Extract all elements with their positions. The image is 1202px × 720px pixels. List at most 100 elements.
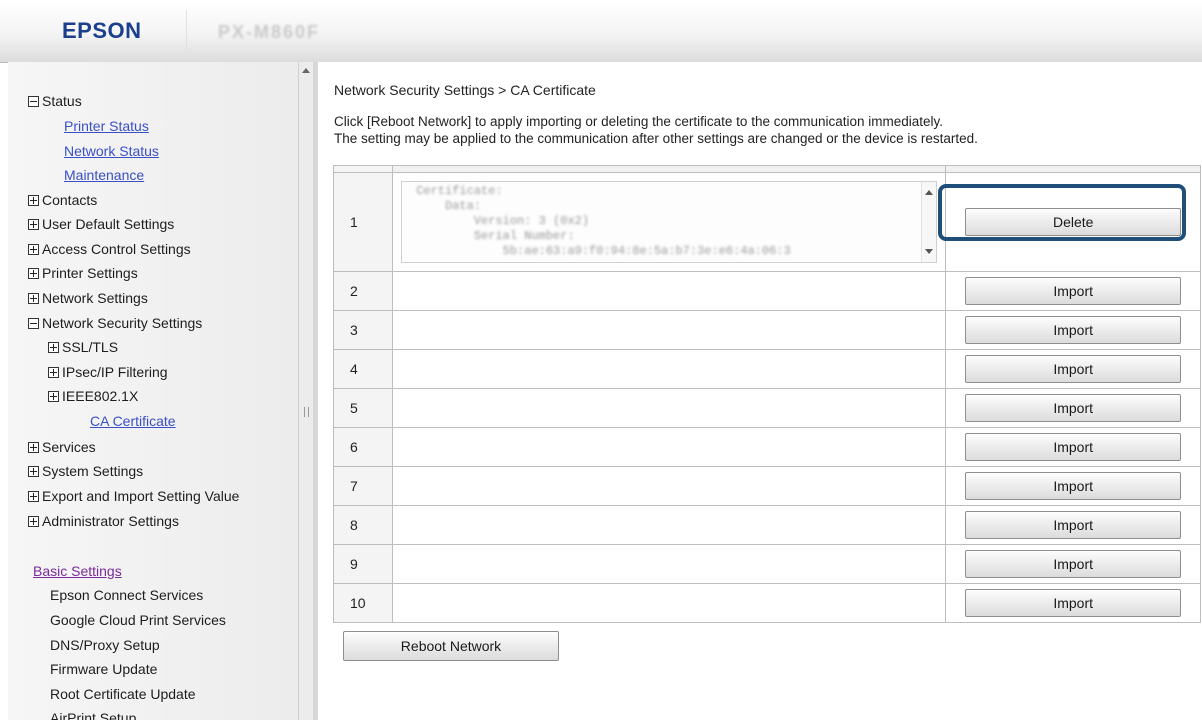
sidebar-item-ca-certificate[interactable]: CA Certificate <box>90 410 176 432</box>
row-number: 9 <box>332 544 394 584</box>
main-content: Network Security Settings > CA Certifica… <box>318 62 1202 720</box>
description-line-1: Click [Reboot Network] to apply importin… <box>334 114 944 129</box>
sidebar-item-ipsec-ip-filtering[interactable]: IPsec/IP Filtering <box>48 361 168 383</box>
table-row: 1 Certificate: Data: Version: 3 (0x2) Se… <box>332 172 1201 272</box>
basic-item-label[interactable]: DNS/Proxy Setup <box>50 637 160 653</box>
sidebar-item-network-security-settings[interactable]: Network Security Settings <box>28 312 202 334</box>
action-cell: Delete <box>945 172 1201 272</box>
sidebar-item-printer-status[interactable]: Printer Status <box>64 115 149 137</box>
basic-item-root-certificate-update[interactable]: Root Certificate Update <box>50 683 196 705</box>
expand-icon[interactable] <box>28 515 39 527</box>
expand-icon[interactable] <box>28 218 39 230</box>
sidebar-item-contacts[interactable]: Contacts <box>28 189 97 211</box>
reboot-network-button[interactable]: Reboot Network <box>343 631 559 661</box>
sidebar-item-ieee8021x[interactable]: IEEE802.1X <box>48 385 138 407</box>
basic-settings-heading[interactable]: Basic Settings <box>33 560 122 582</box>
certificate-textarea[interactable]: Certificate: Data: Version: 3 (0x2) Seri… <box>401 181 938 263</box>
sidebar-item-label: SSL/TLS <box>62 339 119 355</box>
sidebar-item-network-settings[interactable]: Network Settings <box>28 287 148 309</box>
import-button[interactable]: Import <box>965 433 1182 461</box>
sidebar-item-label: Network Settings <box>42 290 148 306</box>
sidebar-item-access-control-settings[interactable]: Access Control Settings <box>28 238 191 260</box>
expand-icon[interactable] <box>28 267 39 279</box>
sidebar-scrollbar[interactable] <box>298 62 314 720</box>
collapse-icon[interactable] <box>28 95 39 107</box>
action-cell: Import <box>945 310 1201 350</box>
import-button[interactable]: Import <box>965 472 1182 500</box>
import-button[interactable]: Import <box>965 355 1182 383</box>
basic-item-firmware-update[interactable]: Firmware Update <box>50 658 157 680</box>
sidebar-item-status[interactable]: Status <box>28 90 82 112</box>
delete-button[interactable]: Delete <box>965 208 1182 236</box>
expand-icon[interactable] <box>48 366 59 378</box>
sidebar-item-label: System Settings <box>42 463 144 479</box>
sidebar-item-system-settings[interactable]: System Settings <box>28 460 143 482</box>
sidebar-link-label[interactable]: Maintenance <box>64 167 144 183</box>
scroll-grip-icon[interactable] <box>304 407 309 417</box>
expand-icon[interactable] <box>28 465 39 477</box>
row-number: 5 <box>332 388 394 428</box>
sidebar-item-label: User Default Settings <box>42 216 175 232</box>
basic-item-label[interactable]: Root Certificate Update <box>50 686 196 702</box>
certificate-cell <box>392 427 947 467</box>
import-button[interactable]: Import <box>965 316 1182 344</box>
basic-item-label[interactable]: Firmware Update <box>50 661 157 677</box>
basic-item-label[interactable]: Epson Connect Services <box>50 587 203 603</box>
sidebar-item-export-import[interactable]: Export and Import Setting Value <box>28 485 239 507</box>
action-cell: Import <box>945 583 1201 623</box>
basic-item-label[interactable]: Google Cloud Print Services <box>50 612 226 628</box>
sidebar-nav: Status Printer Status Network Status Mai… <box>8 62 298 720</box>
collapse-icon[interactable] <box>28 317 39 329</box>
expand-icon[interactable] <box>28 441 39 453</box>
action-cell: Import <box>945 388 1201 428</box>
scroll-up-arrow-icon[interactable] <box>302 68 310 73</box>
row-number: 10 <box>332 583 394 623</box>
action-cell: Import <box>945 505 1201 545</box>
sidebar-item-label: IEEE802.1X <box>62 388 139 404</box>
sidebar-link-label[interactable]: Printer Status <box>64 118 149 134</box>
sidebar-item-administrator-settings[interactable]: Administrator Settings <box>28 510 179 532</box>
scroll-up-icon[interactable] <box>925 190 934 195</box>
sidebar-link-label[interactable]: Network Status <box>64 143 159 159</box>
expand-icon[interactable] <box>48 341 59 353</box>
basic-item-airprint-setup[interactable]: AirPrint Setup <box>50 707 136 720</box>
sidebar-item-network-status[interactable]: Network Status <box>64 140 159 162</box>
import-button[interactable]: Import <box>965 277 1182 305</box>
sidebar-item-ssl-tls[interactable]: SSL/TLS <box>48 336 118 358</box>
row-number: 8 <box>332 505 394 545</box>
certificate-cell <box>392 310 947 350</box>
header-bar: EPSON PX-M860F <box>0 0 1202 63</box>
sidebar-link-label[interactable]: CA Certificate <box>90 413 176 429</box>
import-button[interactable]: Import <box>965 589 1182 617</box>
basic-item-epson-connect[interactable]: Epson Connect Services <box>50 584 203 606</box>
basic-settings-link[interactable]: Basic Settings <box>33 563 122 579</box>
expand-icon[interactable] <box>28 194 39 206</box>
certificate-scrollbar[interactable] <box>921 182 937 262</box>
action-cell: Import <box>945 349 1201 389</box>
expand-icon[interactable] <box>28 243 39 255</box>
action-cell: Import <box>945 466 1201 506</box>
sidebar-item-label: Administrator Settings <box>42 513 179 529</box>
basic-item-label[interactable]: AirPrint Setup <box>50 710 136 720</box>
expand-icon[interactable] <box>48 390 59 402</box>
sidebar-item-label: Printer Settings <box>42 265 138 281</box>
expand-icon[interactable] <box>28 490 39 502</box>
sidebar-item-user-default-settings[interactable]: User Default Settings <box>28 213 174 235</box>
sidebar-item-maintenance[interactable]: Maintenance <box>64 164 144 186</box>
expand-icon[interactable] <box>28 292 39 304</box>
table-row: 6 Import <box>332 427 1201 467</box>
action-cell: Import <box>945 271 1201 311</box>
import-button[interactable]: Import <box>965 511 1182 539</box>
import-button[interactable]: Import <box>965 550 1182 578</box>
table-row: 3 Import <box>332 310 1201 350</box>
import-button[interactable]: Import <box>965 394 1182 422</box>
basic-item-dns-proxy[interactable]: DNS/Proxy Setup <box>50 634 160 656</box>
sidebar-item-label: Access Control Settings <box>42 241 191 257</box>
row-number: 1 <box>332 172 394 272</box>
certificate-cell <box>392 349 947 389</box>
description-line-2: The setting may be applied to the commun… <box>334 131 978 146</box>
basic-item-google-cloud-print[interactable]: Google Cloud Print Services <box>50 609 226 631</box>
sidebar-item-printer-settings[interactable]: Printer Settings <box>28 262 138 284</box>
scroll-down-icon[interactable] <box>925 249 934 254</box>
sidebar-item-services[interactable]: Services <box>28 436 96 458</box>
